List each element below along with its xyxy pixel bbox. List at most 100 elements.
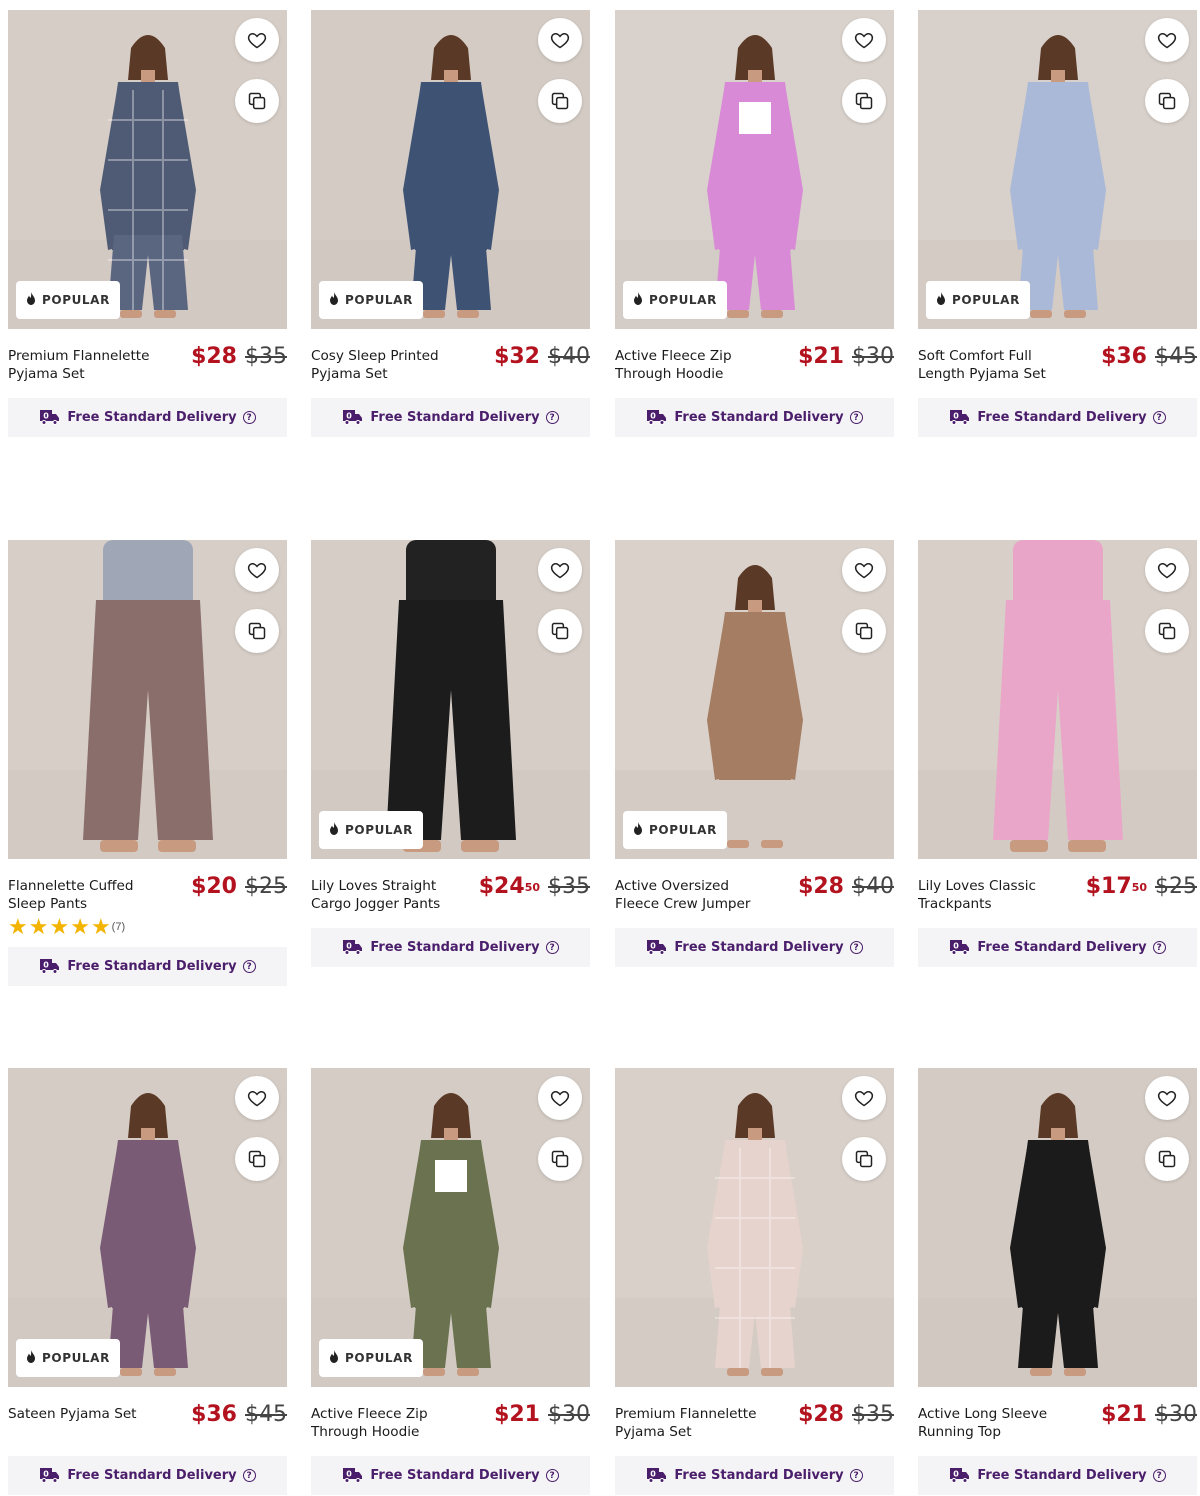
product-name[interactable]: Premium Flannelette Pyjama Set	[615, 1405, 765, 1441]
wishlist-heart-icon[interactable]	[842, 1076, 886, 1120]
compare-icon[interactable]	[842, 1137, 886, 1181]
product-name[interactable]: Premium Flannelette Pyjama Set	[8, 347, 158, 383]
free-delivery-banner[interactable]: 0 Free Standard Delivery?	[8, 947, 287, 986]
help-icon[interactable]: ?	[545, 1469, 559, 1482]
product-name[interactable]: Lily Loves Straight Cargo Jogger Pants	[311, 877, 461, 913]
product-name[interactable]: Soft Comfort Full Length Pyjama Set	[918, 347, 1068, 383]
help-icon[interactable]: ?	[1152, 941, 1166, 954]
wishlist-heart-icon[interactable]	[842, 548, 886, 592]
price-block: $28 $35	[798, 1402, 894, 1428]
compare-icon[interactable]	[1145, 609, 1189, 653]
product-card[interactable]: POPULAR Premium Flannelette Pyjama Set $28…	[8, 10, 287, 437]
help-icon[interactable]: ?	[1152, 411, 1166, 424]
product-image[interactable]: POPULAR	[8, 10, 287, 329]
price-block: $21 $30	[494, 1402, 590, 1428]
product-image[interactable]: POPULAR	[311, 540, 590, 859]
compare-icon[interactable]	[842, 609, 886, 653]
product-image[interactable]: POPULAR	[311, 1068, 590, 1387]
help-icon[interactable]: ?	[242, 1469, 256, 1482]
product-name[interactable]: Lily Loves Classic Trackpants	[918, 877, 1068, 913]
free-delivery-banner[interactable]: 0 Free Standard Delivery?	[918, 928, 1197, 967]
free-delivery-banner[interactable]: 0 Free Standard Delivery?	[615, 1456, 894, 1495]
help-icon[interactable]: ?	[545, 411, 559, 424]
product-image[interactable]: POPULAR	[918, 10, 1197, 329]
product-image[interactable]	[8, 540, 287, 859]
product-name[interactable]: Active Long Sleeve Running Top	[918, 1405, 1068, 1441]
help-icon[interactable]: ?	[849, 941, 863, 954]
product-card[interactable]: POPULAR Soft Comfort Full Length Pyjama S…	[918, 10, 1197, 437]
product-name[interactable]: Cosy Sleep Printed Pyjama Set	[311, 347, 461, 383]
free-delivery-banner[interactable]: 0 Free Standard Delivery?	[8, 1456, 287, 1495]
help-icon[interactable]: ?	[242, 411, 256, 424]
help-icon[interactable]: ?	[545, 941, 559, 954]
product-card[interactable]: Active Long Sleeve Running Top $21 $30 0 Fre…	[918, 1068, 1197, 1495]
product-image[interactable]: POPULAR	[615, 10, 894, 329]
product-image[interactable]: POPULAR	[615, 540, 894, 859]
product-image[interactable]	[918, 1068, 1197, 1387]
wishlist-heart-icon[interactable]	[1145, 18, 1189, 62]
help-icon[interactable]: ?	[849, 1469, 863, 1482]
compare-icon[interactable]	[1145, 79, 1189, 123]
product-name[interactable]: Flannelette Cuffed Sleep Pants	[8, 877, 158, 913]
delivery-label: Free Standard Delivery	[977, 1468, 1147, 1483]
compare-icon[interactable]	[235, 79, 279, 123]
delivery-truck-icon: 0	[949, 1465, 971, 1487]
svg-text:0: 0	[44, 1469, 50, 1478]
svg-text:0: 0	[651, 411, 657, 420]
help-icon[interactable]: ?	[242, 960, 256, 973]
product-card[interactable]: Flannelette Cuffed Sleep Pants $20 $25 ★ ★ ★ ★…	[8, 540, 287, 986]
product-name[interactable]: Active Fleece Zip Through Hoodie	[311, 1405, 461, 1441]
free-delivery-banner[interactable]: 0 Free Standard Delivery?	[311, 928, 590, 967]
delivery-truck-icon: 0	[949, 407, 971, 429]
product-card[interactable]: POPULAR Sateen Pyjama Set $36 $45 0 Free Stan…	[8, 1068, 287, 1495]
compare-icon[interactable]	[538, 609, 582, 653]
product-image[interactable]: POPULAR	[8, 1068, 287, 1387]
free-delivery-banner[interactable]: 0 Free Standard Delivery?	[8, 398, 287, 437]
product-card[interactable]: POPULAR Cosy Sleep Printed Pyjama Set $32 $…	[311, 10, 590, 437]
product-name[interactable]: Sateen Pyjama Set	[8, 1405, 158, 1423]
free-delivery-banner[interactable]: 0 Free Standard Delivery?	[311, 398, 590, 437]
star-icon: ★	[90, 914, 111, 939]
star-rating[interactable]: ★ ★ ★ ★ ★ (7)	[8, 914, 125, 939]
compare-icon[interactable]	[235, 609, 279, 653]
compare-icon[interactable]	[1145, 1137, 1189, 1181]
wishlist-heart-icon[interactable]	[235, 1076, 279, 1120]
free-delivery-banner[interactable]: 0 Free Standard Delivery?	[615, 928, 894, 967]
product-image[interactable]	[918, 540, 1197, 859]
free-delivery-banner[interactable]: 0 Free Standard Delivery?	[918, 398, 1197, 437]
product-name[interactable]: Active Fleece Zip Through Hoodie	[615, 347, 765, 383]
original-price: $45	[245, 1402, 287, 1427]
wishlist-heart-icon[interactable]	[235, 18, 279, 62]
sale-price: $21	[1101, 1402, 1147, 1427]
original-price: $25	[1155, 874, 1197, 899]
wishlist-heart-icon[interactable]	[235, 548, 279, 592]
compare-icon[interactable]	[235, 1137, 279, 1181]
free-delivery-banner[interactable]: 0 Free Standard Delivery?	[311, 1456, 590, 1495]
wishlist-heart-icon[interactable]	[1145, 1076, 1189, 1120]
product-image[interactable]	[615, 1068, 894, 1387]
compare-icon[interactable]	[538, 79, 582, 123]
wishlist-heart-icon[interactable]	[538, 18, 582, 62]
popular-badge: POPULAR	[16, 1339, 120, 1377]
delivery-truck-icon: 0	[39, 956, 61, 978]
original-price: $40	[852, 874, 894, 899]
wishlist-heart-icon[interactable]	[1145, 548, 1189, 592]
popular-badge: POPULAR	[16, 281, 120, 319]
help-icon[interactable]: ?	[849, 411, 863, 424]
wishlist-heart-icon[interactable]	[538, 548, 582, 592]
product-image[interactable]: POPULAR	[311, 10, 590, 329]
product-card[interactable]: POPULAR Active Fleece Zip Through Hoodie $…	[615, 10, 894, 437]
free-delivery-banner[interactable]: 0 Free Standard Delivery?	[615, 398, 894, 437]
product-card[interactable]: POPULAR Active Oversized Fleece Crew Jump…	[615, 540, 894, 967]
product-card[interactable]: Lily Loves Classic Trackpants $1750 $25 0 Fr…	[918, 540, 1197, 967]
product-name[interactable]: Active Oversized Fleece Crew Jumper	[615, 877, 765, 913]
wishlist-heart-icon[interactable]	[842, 18, 886, 62]
product-card[interactable]: POPULAR Active Fleece Zip Through Hoodie $…	[311, 1068, 590, 1495]
free-delivery-banner[interactable]: 0 Free Standard Delivery?	[918, 1456, 1197, 1495]
compare-icon[interactable]	[842, 79, 886, 123]
wishlist-heart-icon[interactable]	[538, 1076, 582, 1120]
help-icon[interactable]: ?	[1152, 1469, 1166, 1482]
product-card[interactable]: POPULAR Lily Loves Straight Cargo Jogger …	[311, 540, 590, 967]
compare-icon[interactable]	[538, 1137, 582, 1181]
product-card[interactable]: Premium Flannelette Pyjama Set $28 $35 0 Fre…	[615, 1068, 894, 1495]
